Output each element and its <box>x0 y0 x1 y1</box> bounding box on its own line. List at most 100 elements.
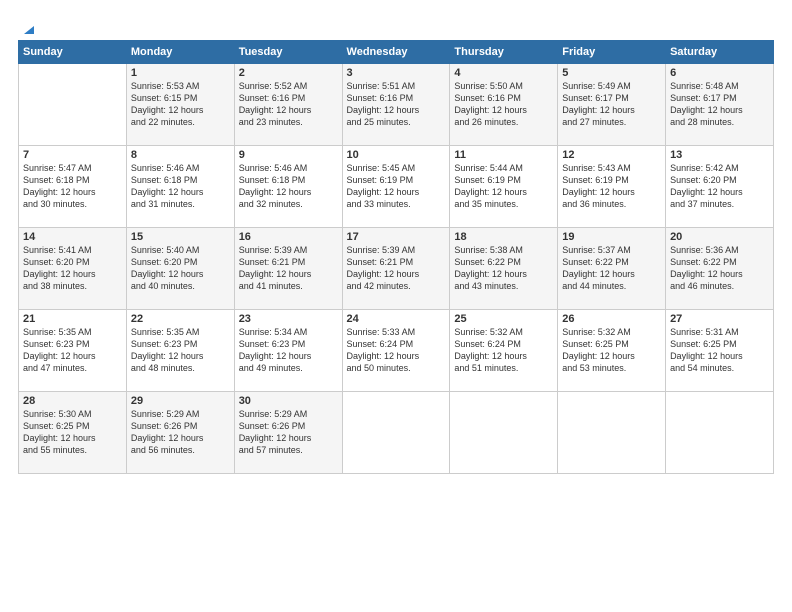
col-header-monday: Monday <box>126 41 234 64</box>
day-number: 6 <box>670 67 769 79</box>
calendar-cell: 21Sunrise: 5:35 AM Sunset: 6:23 PM Dayli… <box>19 310 127 392</box>
cell-content: Sunrise: 5:36 AM Sunset: 6:22 PM Dayligh… <box>670 244 769 293</box>
cell-content: Sunrise: 5:44 AM Sunset: 6:19 PM Dayligh… <box>454 162 553 211</box>
calendar-table: SundayMondayTuesdayWednesdayThursdayFrid… <box>18 40 774 474</box>
col-header-friday: Friday <box>558 41 666 64</box>
cell-content: Sunrise: 5:35 AM Sunset: 6:23 PM Dayligh… <box>131 326 230 375</box>
calendar-cell: 17Sunrise: 5:39 AM Sunset: 6:21 PM Dayli… <box>342 228 450 310</box>
col-header-sunday: Sunday <box>19 41 127 64</box>
day-number: 8 <box>131 149 230 161</box>
day-number: 28 <box>23 395 122 407</box>
logo-line1 <box>18 18 38 36</box>
cell-content: Sunrise: 5:37 AM Sunset: 6:22 PM Dayligh… <box>562 244 661 293</box>
cell-content: Sunrise: 5:41 AM Sunset: 6:20 PM Dayligh… <box>23 244 122 293</box>
day-number: 4 <box>454 67 553 79</box>
cell-content: Sunrise: 5:32 AM Sunset: 6:24 PM Dayligh… <box>454 326 553 375</box>
cell-content: Sunrise: 5:48 AM Sunset: 6:17 PM Dayligh… <box>670 80 769 129</box>
week-row-1: 7Sunrise: 5:47 AM Sunset: 6:18 PM Daylig… <box>19 146 774 228</box>
day-number: 24 <box>347 313 446 325</box>
header <box>18 18 774 32</box>
calendar-cell: 1Sunrise: 5:53 AM Sunset: 6:15 PM Daylig… <box>126 64 234 146</box>
calendar-header: SundayMondayTuesdayWednesdayThursdayFrid… <box>19 41 774 64</box>
calendar-cell: 11Sunrise: 5:44 AM Sunset: 6:19 PM Dayli… <box>450 146 558 228</box>
day-number: 1 <box>131 67 230 79</box>
day-number: 29 <box>131 395 230 407</box>
day-number: 15 <box>131 231 230 243</box>
cell-content: Sunrise: 5:43 AM Sunset: 6:19 PM Dayligh… <box>562 162 661 211</box>
col-header-thursday: Thursday <box>450 41 558 64</box>
calendar-cell: 8Sunrise: 5:46 AM Sunset: 6:18 PM Daylig… <box>126 146 234 228</box>
day-number: 14 <box>23 231 122 243</box>
cell-content: Sunrise: 5:38 AM Sunset: 6:22 PM Dayligh… <box>454 244 553 293</box>
cell-content: Sunrise: 5:49 AM Sunset: 6:17 PM Dayligh… <box>562 80 661 129</box>
day-number: 9 <box>239 149 338 161</box>
calendar-cell: 28Sunrise: 5:30 AM Sunset: 6:25 PM Dayli… <box>19 392 127 474</box>
week-row-2: 14Sunrise: 5:41 AM Sunset: 6:20 PM Dayli… <box>19 228 774 310</box>
cell-content: Sunrise: 5:40 AM Sunset: 6:20 PM Dayligh… <box>131 244 230 293</box>
calendar-cell: 19Sunrise: 5:37 AM Sunset: 6:22 PM Dayli… <box>558 228 666 310</box>
cell-content: Sunrise: 5:39 AM Sunset: 6:21 PM Dayligh… <box>239 244 338 293</box>
calendar-cell: 15Sunrise: 5:40 AM Sunset: 6:20 PM Dayli… <box>126 228 234 310</box>
calendar-cell <box>450 392 558 474</box>
day-number: 26 <box>562 313 661 325</box>
calendar-cell: 24Sunrise: 5:33 AM Sunset: 6:24 PM Dayli… <box>342 310 450 392</box>
cell-content: Sunrise: 5:51 AM Sunset: 6:16 PM Dayligh… <box>347 80 446 129</box>
calendar-cell: 12Sunrise: 5:43 AM Sunset: 6:19 PM Dayli… <box>558 146 666 228</box>
calendar-cell: 20Sunrise: 5:36 AM Sunset: 6:22 PM Dayli… <box>666 228 774 310</box>
day-number: 2 <box>239 67 338 79</box>
page: SundayMondayTuesdayWednesdayThursdayFrid… <box>0 0 792 612</box>
calendar-cell: 27Sunrise: 5:31 AM Sunset: 6:25 PM Dayli… <box>666 310 774 392</box>
header-row: SundayMondayTuesdayWednesdayThursdayFrid… <box>19 41 774 64</box>
day-number: 17 <box>347 231 446 243</box>
day-number: 23 <box>239 313 338 325</box>
calendar-cell: 4Sunrise: 5:50 AM Sunset: 6:16 PM Daylig… <box>450 64 558 146</box>
cell-content: Sunrise: 5:30 AM Sunset: 6:25 PM Dayligh… <box>23 408 122 457</box>
calendar-cell: 14Sunrise: 5:41 AM Sunset: 6:20 PM Dayli… <box>19 228 127 310</box>
col-header-wednesday: Wednesday <box>342 41 450 64</box>
cell-content: Sunrise: 5:35 AM Sunset: 6:23 PM Dayligh… <box>23 326 122 375</box>
day-number: 16 <box>239 231 338 243</box>
logo <box>18 18 38 32</box>
calendar-cell: 10Sunrise: 5:45 AM Sunset: 6:19 PM Dayli… <box>342 146 450 228</box>
day-number: 13 <box>670 149 769 161</box>
day-number: 21 <box>23 313 122 325</box>
calendar-cell <box>342 392 450 474</box>
cell-content: Sunrise: 5:47 AM Sunset: 6:18 PM Dayligh… <box>23 162 122 211</box>
cell-content: Sunrise: 5:29 AM Sunset: 6:26 PM Dayligh… <box>131 408 230 457</box>
day-number: 22 <box>131 313 230 325</box>
cell-content: Sunrise: 5:42 AM Sunset: 6:20 PM Dayligh… <box>670 162 769 211</box>
col-header-saturday: Saturday <box>666 41 774 64</box>
day-number: 20 <box>670 231 769 243</box>
week-row-4: 28Sunrise: 5:30 AM Sunset: 6:25 PM Dayli… <box>19 392 774 474</box>
col-header-tuesday: Tuesday <box>234 41 342 64</box>
cell-content: Sunrise: 5:46 AM Sunset: 6:18 PM Dayligh… <box>239 162 338 211</box>
cell-content: Sunrise: 5:31 AM Sunset: 6:25 PM Dayligh… <box>670 326 769 375</box>
calendar-cell: 26Sunrise: 5:32 AM Sunset: 6:25 PM Dayli… <box>558 310 666 392</box>
calendar-cell: 30Sunrise: 5:29 AM Sunset: 6:26 PM Dayli… <box>234 392 342 474</box>
calendar-cell <box>666 392 774 474</box>
day-number: 3 <box>347 67 446 79</box>
logo-arrow-icon <box>20 18 38 36</box>
calendar-cell: 3Sunrise: 5:51 AM Sunset: 6:16 PM Daylig… <box>342 64 450 146</box>
calendar-body: 1Sunrise: 5:53 AM Sunset: 6:15 PM Daylig… <box>19 64 774 474</box>
cell-content: Sunrise: 5:29 AM Sunset: 6:26 PM Dayligh… <box>239 408 338 457</box>
calendar-cell <box>558 392 666 474</box>
calendar-cell: 29Sunrise: 5:29 AM Sunset: 6:26 PM Dayli… <box>126 392 234 474</box>
cell-content: Sunrise: 5:53 AM Sunset: 6:15 PM Dayligh… <box>131 80 230 129</box>
calendar-cell: 22Sunrise: 5:35 AM Sunset: 6:23 PM Dayli… <box>126 310 234 392</box>
cell-content: Sunrise: 5:33 AM Sunset: 6:24 PM Dayligh… <box>347 326 446 375</box>
cell-content: Sunrise: 5:46 AM Sunset: 6:18 PM Dayligh… <box>131 162 230 211</box>
calendar-cell: 2Sunrise: 5:52 AM Sunset: 6:16 PM Daylig… <box>234 64 342 146</box>
calendar-cell: 23Sunrise: 5:34 AM Sunset: 6:23 PM Dayli… <box>234 310 342 392</box>
day-number: 30 <box>239 395 338 407</box>
day-number: 10 <box>347 149 446 161</box>
calendar-cell: 25Sunrise: 5:32 AM Sunset: 6:24 PM Dayli… <box>450 310 558 392</box>
calendar-cell: 13Sunrise: 5:42 AM Sunset: 6:20 PM Dayli… <box>666 146 774 228</box>
day-number: 27 <box>670 313 769 325</box>
cell-content: Sunrise: 5:34 AM Sunset: 6:23 PM Dayligh… <box>239 326 338 375</box>
calendar-cell: 7Sunrise: 5:47 AM Sunset: 6:18 PM Daylig… <box>19 146 127 228</box>
cell-content: Sunrise: 5:50 AM Sunset: 6:16 PM Dayligh… <box>454 80 553 129</box>
day-number: 18 <box>454 231 553 243</box>
calendar-cell: 6Sunrise: 5:48 AM Sunset: 6:17 PM Daylig… <box>666 64 774 146</box>
day-number: 5 <box>562 67 661 79</box>
